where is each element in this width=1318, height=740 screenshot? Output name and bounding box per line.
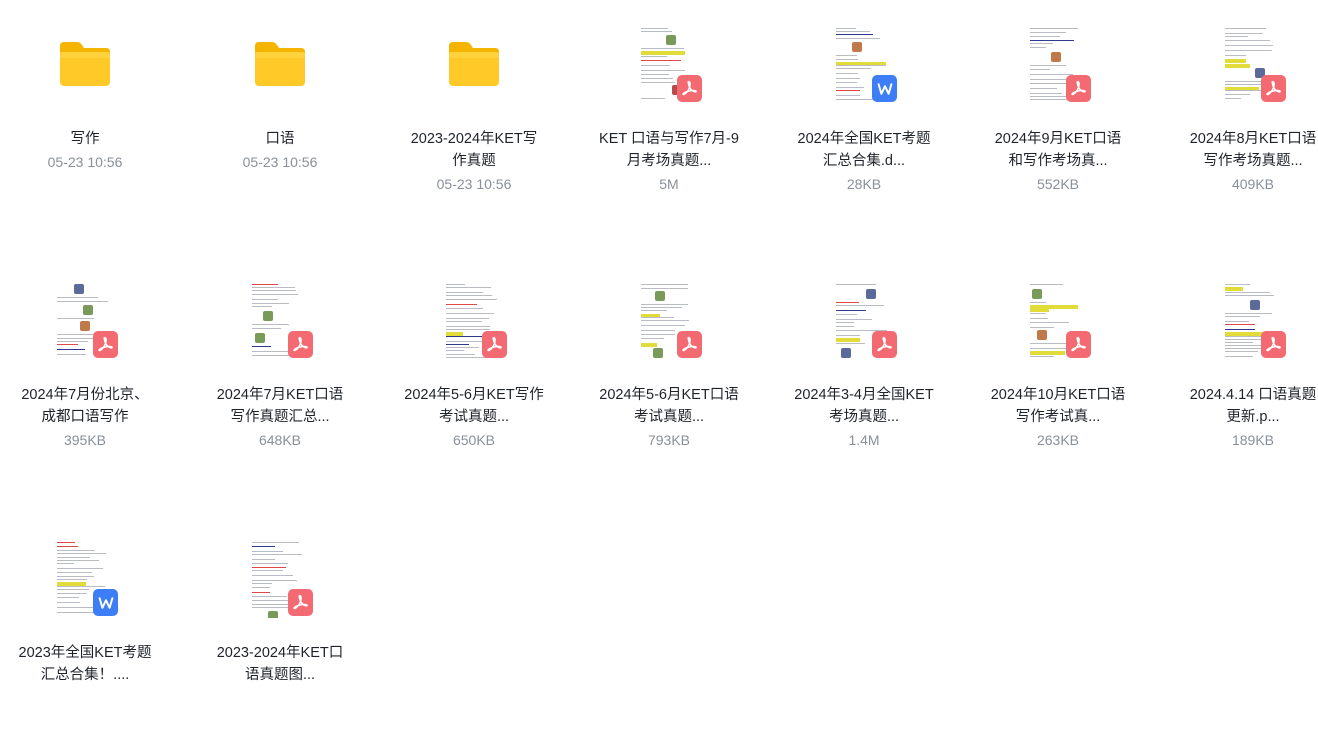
file-grid: 写作 05-23 10:56 口语 05-23 10:56 2023-2024年KE… <box>0 0 1318 683</box>
thumbnail-image <box>74 284 84 294</box>
thumbnail-image <box>268 611 278 618</box>
item-thumbnail <box>1178 26 1318 114</box>
item-thumbnail <box>205 282 355 370</box>
pdf-icon <box>288 589 313 616</box>
folder-item[interactable]: 口语 05-23 10:56 <box>205 26 355 226</box>
thumbnail-image <box>666 35 676 45</box>
pdf-icon <box>677 331 702 358</box>
item-thumbnail <box>983 282 1133 370</box>
item-name: 写作 <box>70 131 100 147</box>
item-file-size: 189KB <box>1231 432 1275 448</box>
pdf-icon <box>482 331 507 358</box>
item-name: 2024年10月KET口语写作考试真... <box>990 387 1126 425</box>
folder-icon <box>446 40 502 88</box>
file-item[interactable]: 2024年5-6月KET口语考试真题... 793KB <box>594 282 744 482</box>
file-item[interactable]: KET 口语与写作7月-9月考场真题... 5M <box>594 26 744 226</box>
file-item[interactable]: 2024年3-4月全国KET考场真题... 1.4M <box>789 282 939 482</box>
item-file-size: 793KB <box>647 432 691 448</box>
thumbnail-image <box>852 42 862 52</box>
item-name: KET 口语与写作7月-9月考场真题... <box>599 131 739 169</box>
thumbnail-image <box>80 321 90 331</box>
thumbnail-image <box>653 348 663 358</box>
thumbnail-image <box>866 289 876 299</box>
thumbnail-image <box>1037 330 1047 340</box>
folder-item[interactable]: 2023-2024年KET写作真题 05-23 10:56 <box>399 26 549 226</box>
item-thumbnail <box>789 26 939 114</box>
item-name: 2024年7月份北京、成都口语写作 <box>21 387 149 425</box>
item-file-size: 648KB <box>258 432 302 448</box>
thumbnail-image <box>263 311 273 321</box>
word-icon <box>93 589 118 616</box>
folder-icon <box>252 40 308 88</box>
item-thumbnail <box>594 26 744 114</box>
item-name: 2023-2024年KET写作真题 <box>410 131 538 169</box>
item-name: 2024年8月KET口语写作考场真题... <box>1189 131 1317 169</box>
item-file-size: 552KB <box>1036 176 1080 192</box>
pdf-icon <box>1066 75 1091 102</box>
pdf-icon <box>288 331 313 358</box>
file-item[interactable]: 2023-2024年KET口语真题图... <box>205 540 355 740</box>
item-file-size: 5M <box>659 176 679 192</box>
item-thumbnail <box>399 282 549 370</box>
pdf-icon <box>1066 331 1091 358</box>
file-item[interactable]: 2024年7月KET口语写作真题汇总... 648KB <box>205 282 355 482</box>
item-thumbnail <box>205 26 355 114</box>
file-item[interactable]: 2024年10月KET口语写作考试真... 263KB <box>983 282 1133 482</box>
thumbnail-image <box>1250 300 1260 310</box>
thumbnail-image <box>255 333 265 343</box>
folder-item[interactable]: 写作 05-23 10:56 <box>10 26 160 226</box>
pdf-icon <box>677 75 702 102</box>
item-file-size: 650KB <box>452 432 496 448</box>
thumbnail-image <box>841 348 851 358</box>
item-thumbnail <box>594 282 744 370</box>
word-icon <box>872 75 897 102</box>
item-name: 2023-2024年KET口语真题图... <box>216 645 344 683</box>
item-file-size: 395KB <box>63 432 107 448</box>
folder-icon <box>57 40 113 88</box>
item-thumbnail <box>1178 282 1318 370</box>
item-thumbnail <box>983 26 1133 114</box>
pdf-icon <box>93 331 118 358</box>
pdf-icon <box>1261 75 1286 102</box>
file-item[interactable]: 2024年8月KET口语写作考场真题... 409KB <box>1178 26 1318 226</box>
item-thumbnail <box>399 26 549 114</box>
item-name: 2024.4.14 口语真题更新.p... <box>1189 387 1317 425</box>
file-item[interactable]: 2024年7月份北京、成都口语写作 395KB <box>10 282 160 482</box>
item-name: 2024年5-6月KET写作考试真题... <box>404 387 544 425</box>
item-modified-date: 05-23 10:56 <box>242 154 318 170</box>
file-item[interactable]: 2024.4.14 口语真题更新.p... 189KB <box>1178 282 1318 482</box>
thumbnail-image <box>1051 52 1061 62</box>
item-name: 2024年3-4月全国KET考场真题... <box>794 387 934 425</box>
item-file-size: 28KB <box>846 176 882 192</box>
item-file-size: 1.4M <box>848 432 880 448</box>
item-name: 2024年9月KET口语和写作考场真... <box>994 131 1122 169</box>
item-name: 口语 <box>265 131 295 147</box>
item-thumbnail <box>10 282 160 370</box>
item-name: 2024年7月KET口语写作真题汇总... <box>216 387 344 425</box>
file-item[interactable]: 2023年全国KET考题汇总合集！.... <box>10 540 160 740</box>
thumbnail-image <box>83 305 93 315</box>
item-thumbnail <box>205 540 355 628</box>
thumbnail-image <box>655 291 665 301</box>
item-file-size: 263KB <box>1036 432 1080 448</box>
pdf-icon <box>872 331 897 358</box>
file-item[interactable]: 2024年全国KET考题汇总合集.d... 28KB <box>789 26 939 226</box>
file-item[interactable]: 2024年5-6月KET写作考试真题... 650KB <box>399 282 549 482</box>
item-thumbnail <box>789 282 939 370</box>
item-modified-date: 05-23 10:56 <box>47 154 123 170</box>
item-file-size: 409KB <box>1231 176 1275 192</box>
thumbnail-image <box>1032 289 1042 299</box>
item-name: 2023年全国KET考题汇总合集！.... <box>18 645 152 683</box>
item-thumbnail <box>10 540 160 628</box>
item-name: 2024年5-6月KET口语考试真题... <box>599 387 739 425</box>
item-name: 2024年全国KET考题汇总合集.d... <box>797 131 931 169</box>
pdf-icon <box>1261 331 1286 358</box>
file-item[interactable]: 2024年9月KET口语和写作考场真... 552KB <box>983 26 1133 226</box>
item-thumbnail <box>10 26 160 114</box>
item-modified-date: 05-23 10:56 <box>436 176 512 192</box>
